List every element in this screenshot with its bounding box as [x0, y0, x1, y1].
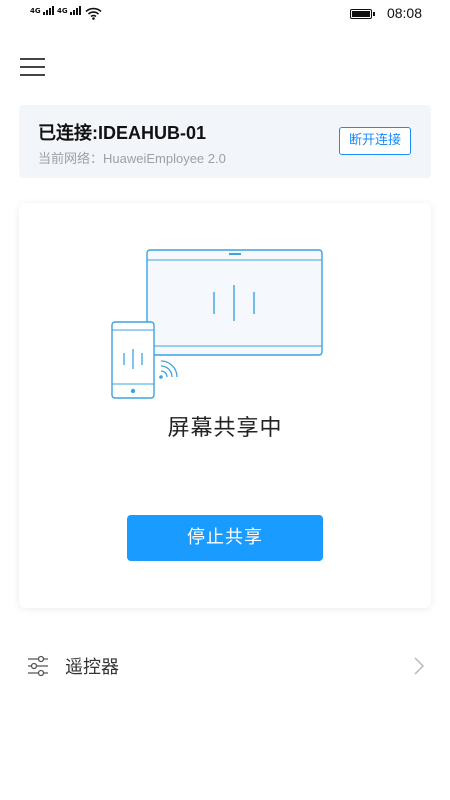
- signal-network-label: 4G: [30, 7, 41, 15]
- signal-network-label-2: 4G: [57, 7, 68, 15]
- stop-share-button[interactable]: 停止共享: [127, 515, 323, 561]
- current-network: 当前网络：HuaweiEmployee 2.0: [38, 151, 226, 166]
- cellular-signal-icon-2: 4G: [57, 6, 82, 15]
- screen-share-card: 屏幕共享中 停止共享: [19, 203, 431, 608]
- connection-title: 已连接:IDEAHUB-01: [38, 123, 207, 143]
- wifi-icon: [85, 7, 102, 20]
- connection-card: 已连接:IDEAHUB-01 当前网络：HuaweiEmployee 2.0 断…: [19, 105, 431, 178]
- list-item-remote-control[interactable]: 遥控器: [0, 640, 450, 692]
- share-status-text: 屏幕共享中: [167, 416, 283, 441]
- battery-icon: [350, 9, 375, 19]
- remote-control-label: 遥控器: [65, 657, 119, 678]
- menu-button[interactable]: [20, 55, 46, 79]
- sliders-icon: [28, 655, 48, 677]
- status-bar: 4G 4G 08:08: [0, 0, 450, 28]
- screen-share-illustration-icon: [111, 249, 323, 399]
- cellular-signal-icon: 4G: [30, 6, 55, 15]
- disconnect-button[interactable]: 断开连接: [339, 127, 411, 155]
- chevron-right-icon: [414, 657, 425, 675]
- clock: 08:08: [386, 5, 422, 21]
